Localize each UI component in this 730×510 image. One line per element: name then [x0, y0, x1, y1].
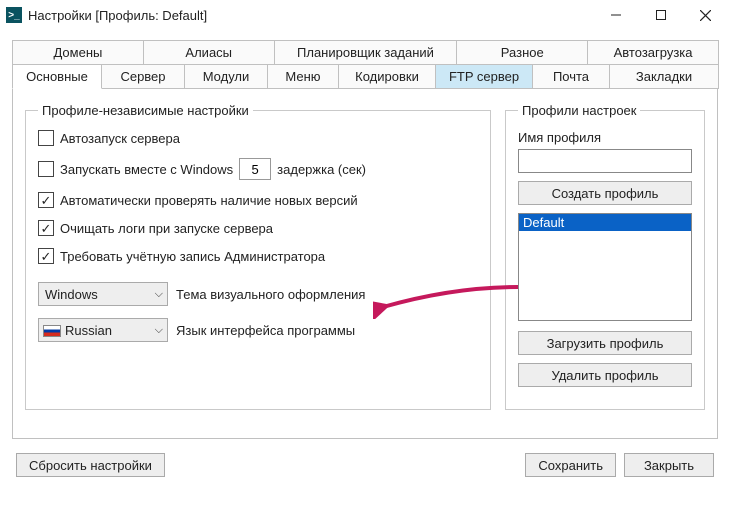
reset-settings-button[interactable]: Сбросить настройки — [16, 453, 165, 477]
tab-encodings[interactable]: Кодировки — [338, 65, 436, 89]
delay-suffix-label: задержка (сек) — [277, 162, 366, 177]
tab-ftp-server[interactable]: FTP сервер — [435, 65, 533, 89]
checkbox-check-updates-label: Автоматически проверять наличие новых ве… — [60, 193, 358, 208]
tab-server[interactable]: Сервер — [101, 65, 185, 89]
checkbox-autostart-server-label: Автозапуск сервера — [60, 131, 180, 146]
profile-list-item[interactable]: Default — [519, 214, 691, 231]
theme-select[interactable]: Windows ⌵ — [38, 282, 168, 306]
flag-ru-icon — [43, 325, 61, 337]
tab-misc[interactable]: Разное — [456, 40, 588, 65]
window-title: Настройки [Профиль: Default] — [28, 8, 207, 23]
tab-autostart[interactable]: Автозагрузка — [587, 40, 719, 65]
tab-aliases[interactable]: Алиасы — [143, 40, 275, 65]
checkbox-clear-logs[interactable] — [38, 220, 54, 236]
language-label: Язык интерфейса программы — [176, 323, 355, 338]
checkbox-clear-logs-label: Очищать логи при запуске сервера — [60, 221, 273, 236]
create-profile-button[interactable]: Создать профиль — [518, 181, 692, 205]
app-icon: >_ — [6, 7, 22, 23]
tab-panel-general: Профиле-независимые настройки Автозапуск… — [12, 89, 718, 439]
group-profile-independent: Профиле-независимые настройки Автозапуск… — [25, 103, 491, 410]
tab-domains[interactable]: Домены — [12, 40, 144, 65]
tab-modules[interactable]: Модули — [184, 65, 268, 89]
checkbox-check-updates[interactable] — [38, 192, 54, 208]
checkbox-require-admin-label: Требовать учётную запись Администратора — [60, 249, 325, 264]
load-profile-button[interactable]: Загрузить профиль — [518, 331, 692, 355]
delay-input[interactable] — [239, 158, 271, 180]
checkbox-start-with-windows[interactable] — [38, 161, 54, 177]
close-button[interactable] — [683, 0, 728, 30]
close-dialog-button[interactable]: Закрыть — [624, 453, 714, 477]
group-profiles-legend: Профили настроек — [518, 103, 640, 118]
checkbox-start-with-windows-label: Запускать вместе с Windows — [60, 162, 233, 177]
tab-scheduler[interactable]: Планировщик заданий — [274, 40, 458, 65]
maximize-button[interactable] — [638, 0, 683, 30]
checkbox-require-admin[interactable] — [38, 248, 54, 264]
checkbox-autostart-server[interactable] — [38, 130, 54, 146]
dialog-footer: Сбросить настройки Сохранить Закрыть — [0, 439, 730, 491]
theme-select-value: Windows — [45, 287, 98, 302]
profile-name-input[interactable] — [518, 149, 692, 173]
theme-label: Тема визуального оформления — [176, 287, 365, 302]
language-select[interactable]: Russian ⌵ — [38, 318, 168, 342]
language-select-value: Russian — [65, 323, 112, 338]
tab-row-top: Домены Алиасы Планировщик заданий Разное… — [12, 40, 718, 65]
tab-menu[interactable]: Меню — [267, 65, 339, 89]
profile-list[interactable]: Default — [518, 213, 692, 321]
group-profiles: Профили настроек Имя профиля Создать про… — [505, 103, 705, 410]
tab-mail[interactable]: Почта — [532, 65, 610, 89]
tab-general[interactable]: Основные — [12, 65, 102, 89]
chevron-down-icon: ⌵ — [155, 324, 163, 337]
delete-profile-button[interactable]: Удалить профиль — [518, 363, 692, 387]
titlebar: >_ Настройки [Профиль: Default] — [0, 0, 730, 30]
profile-name-label: Имя профиля — [518, 130, 692, 145]
group-profile-independent-legend: Профиле-независимые настройки — [38, 103, 253, 118]
minimize-button[interactable] — [593, 0, 638, 30]
chevron-down-icon: ⌵ — [155, 288, 163, 301]
tab-row-bottom: Основные Сервер Модули Меню Кодировки FT… — [12, 65, 718, 89]
tab-bookmarks[interactable]: Закладки — [609, 65, 719, 89]
save-button[interactable]: Сохранить — [525, 453, 616, 477]
